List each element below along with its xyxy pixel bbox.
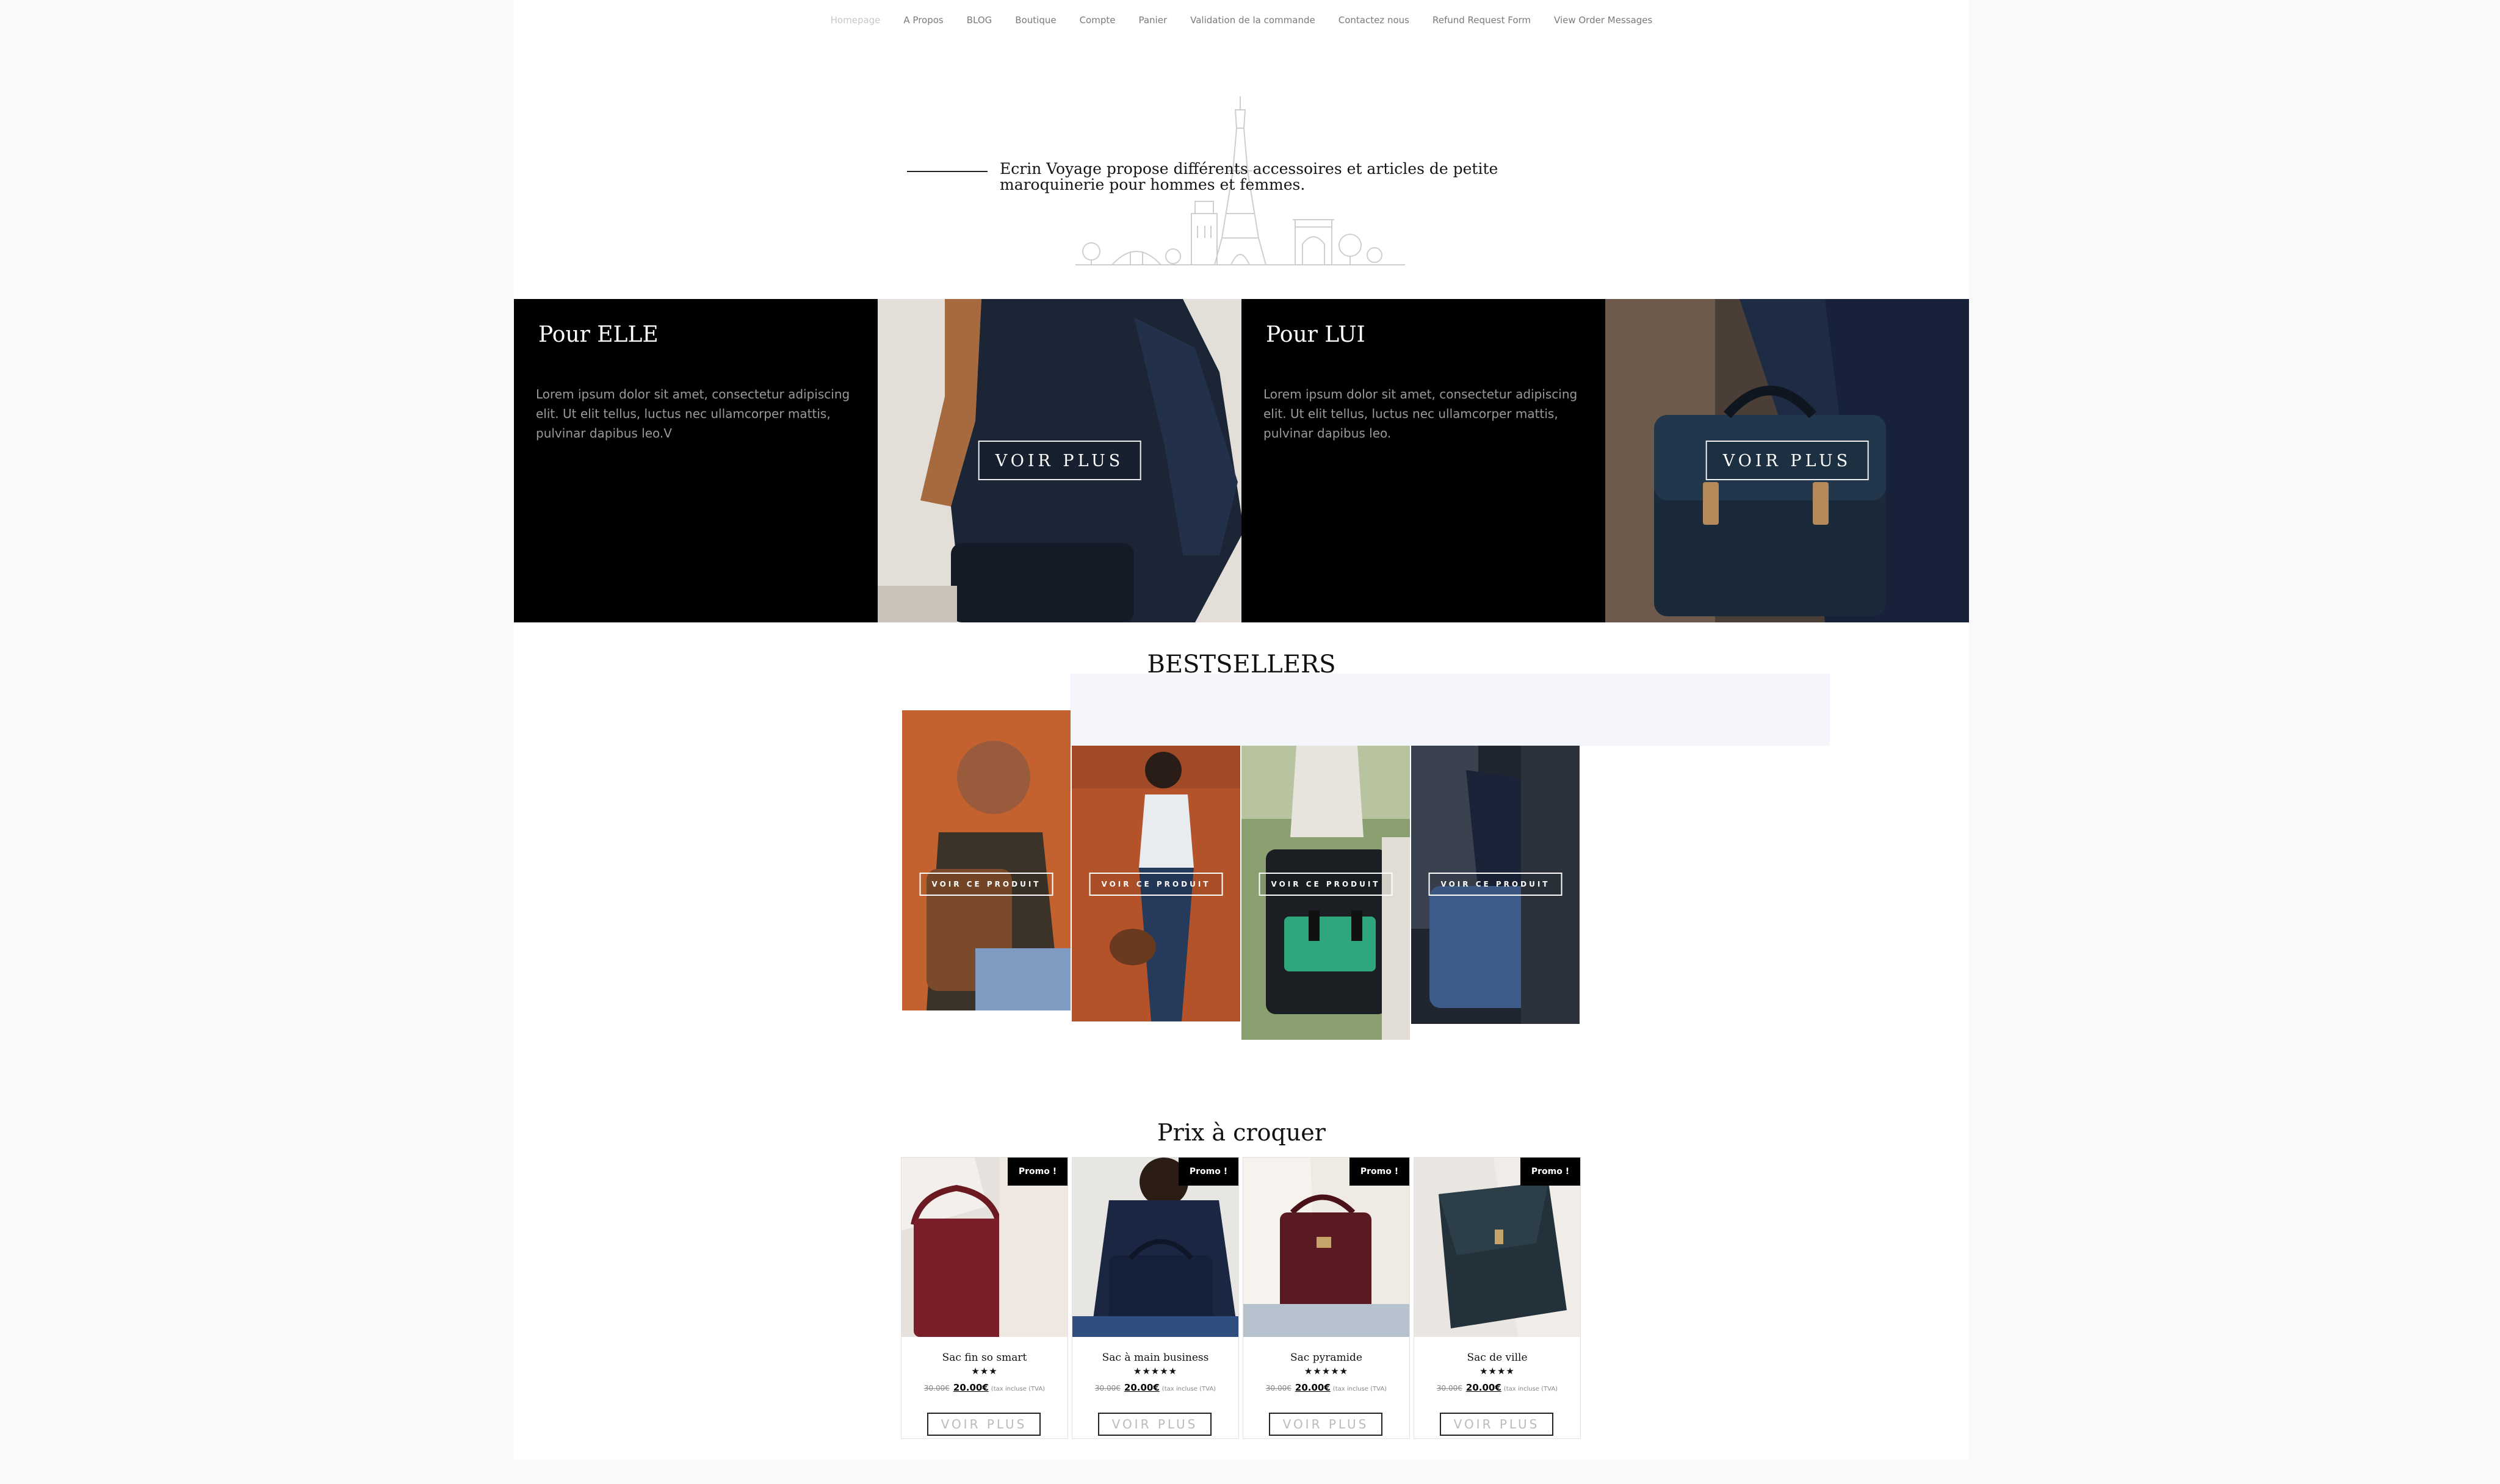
promo-badge: Promo ! xyxy=(1179,1158,1238,1186)
promo-badge: Promo ! xyxy=(1349,1158,1409,1186)
pour-lui-title: Pour LUI xyxy=(1266,322,1365,347)
nav-item-boutique[interactable]: Boutique xyxy=(1015,15,1056,26)
product-price: 30.00€ 20.00€ (tax incluse (TVA) xyxy=(1072,1382,1238,1393)
sale-price: 20.00€ xyxy=(953,1382,989,1393)
pour-lui-photo: VOIR PLUS xyxy=(1605,299,1969,622)
product-card[interactable]: Promo ! Sac à main business ★★★★★ 30.00€… xyxy=(1072,1157,1239,1439)
voir-plus-button[interactable]: VOIR PLUS xyxy=(927,1413,1041,1436)
pour-lui-text: Lorem ipsum dolor sit amet, consectetur … xyxy=(1263,387,1578,441)
nav-item-blog[interactable]: BLOG xyxy=(967,15,992,26)
pour-lui-panel: Pour LUI Lorem ipsum dolor sit amet, con… xyxy=(1241,299,1605,622)
old-price: 30.00€ xyxy=(923,1384,950,1392)
pour-elle-panel: Pour ELLE Lorem ipsum dolor sit amet, co… xyxy=(514,299,878,622)
tax-note: (tax incluse (TVA) xyxy=(1332,1386,1387,1392)
nav-item-compte[interactable]: Compte xyxy=(1080,15,1116,26)
product-name[interactable]: Sac à main business xyxy=(1072,1352,1238,1364)
intro-divider xyxy=(907,171,988,172)
bestseller-card[interactable]: VOIR CE PRODUIT xyxy=(1241,746,1410,1040)
bestsellers-background-bar xyxy=(1071,674,1830,746)
product-image: Promo ! xyxy=(901,1158,1068,1337)
star-rating: ★★★ xyxy=(971,1366,998,1377)
sale-price: 20.00€ xyxy=(1465,1382,1501,1393)
intro-text: Ecrin Voyage propose différents accessoi… xyxy=(1000,160,1498,193)
product-image: Promo ! xyxy=(1414,1158,1580,1337)
bestseller-image xyxy=(902,710,1071,1010)
product-image: Promo ! xyxy=(1243,1158,1409,1337)
pour-elle-title: Pour ELLE xyxy=(538,322,659,347)
promo-badge: Promo ! xyxy=(1008,1158,1068,1186)
star-rating: ★★★★★ xyxy=(1133,1366,1178,1377)
nav-item-validation[interactable]: Validation de la commande xyxy=(1190,15,1315,26)
nav-item-a-propos[interactable]: A Propos xyxy=(903,15,943,26)
voir-plus-button[interactable]: VOIR PLUS xyxy=(1269,1413,1382,1436)
product-name[interactable]: Sac de ville xyxy=(1414,1352,1580,1364)
product-card[interactable]: Promo ! Sac pyramide ★★★★★ 30.00€ 20.00€(… xyxy=(1243,1157,1410,1439)
product-price: 30.00€ 20.00€ (tax incluse (TVA) xyxy=(1414,1382,1580,1393)
bestseller-card[interactable]: VOIR CE PRODUIT xyxy=(1072,746,1240,1021)
bestseller-card[interactable]: VOIR CE PRODUIT xyxy=(902,710,1071,1010)
bestseller-card[interactable]: VOIR CE PRODUIT xyxy=(1411,746,1580,1024)
sale-price: 20.00€ xyxy=(1124,1382,1160,1393)
product-name[interactable]: Sac pyramide xyxy=(1243,1352,1409,1364)
star-rating: ★★★★★ xyxy=(1304,1366,1349,1377)
old-price: 30.00€ xyxy=(1265,1384,1292,1392)
voir-ce-produit-button[interactable]: VOIR CE PRODUIT xyxy=(1089,873,1223,896)
voir-plus-button[interactable]: VOIR PLUS xyxy=(1098,1413,1212,1436)
product-price: 30.00€ 20.00€ (tax incluse (TVA) xyxy=(1243,1382,1409,1393)
category-banner: Pour ELLE Lorem ipsum dolor sit amet, co… xyxy=(514,299,1969,622)
pour-lui-voir-plus-button[interactable]: VOIR PLUS xyxy=(1705,441,1869,480)
product-card[interactable]: Promo ! Sac fin so smart ★★★ 30.00€ 20.00… xyxy=(901,1157,1068,1439)
product-card[interactable]: Promo ! Sac de ville ★★★★ 30.00€ 20.00€ (t… xyxy=(1414,1157,1581,1439)
page: Homepage A Propos BLOG Boutique Compte P… xyxy=(514,0,1969,1460)
nav-item-contact[interactable]: Contactez nous xyxy=(1339,15,1409,26)
pour-elle-voir-plus-button[interactable]: VOIR PLUS xyxy=(978,441,1141,480)
voir-plus-button[interactable]: VOIR PLUS xyxy=(1440,1413,1553,1436)
main-nav: Homepage A Propos BLOG Boutique Compte P… xyxy=(514,15,1969,26)
sale-price: 20.00€ xyxy=(1295,1382,1331,1393)
tax-note: (tax incluse (TVA) xyxy=(1161,1386,1216,1392)
promo-badge: Promo ! xyxy=(1520,1158,1580,1186)
tax-note: (tax incluse (TVA) xyxy=(1503,1386,1558,1392)
old-price: 30.00€ xyxy=(1436,1384,1462,1392)
nav-item-refund[interactable]: Refund Request Form xyxy=(1432,15,1531,26)
star-rating: ★★★★ xyxy=(1479,1366,1515,1377)
promo-section-title: Prix à croquer xyxy=(1157,1119,1326,1146)
product-image: Promo ! xyxy=(1072,1158,1238,1337)
nav-item-panier[interactable]: Panier xyxy=(1138,15,1167,26)
voir-ce-produit-button[interactable]: VOIR CE PRODUIT xyxy=(919,873,1053,896)
nav-item-homepage[interactable]: Homepage xyxy=(831,15,881,26)
voir-ce-produit-button[interactable]: VOIR CE PRODUIT xyxy=(1259,873,1393,896)
voir-ce-produit-button[interactable]: VOIR CE PRODUIT xyxy=(1428,873,1562,896)
nav-item-order-messages[interactable]: View Order Messages xyxy=(1554,15,1652,26)
tax-note: (tax incluse (TVA) xyxy=(991,1386,1046,1392)
old-price: 30.00€ xyxy=(1094,1384,1121,1392)
pour-elle-text: Lorem ipsum dolor sit amet, consectetur … xyxy=(536,387,850,441)
product-name[interactable]: Sac fin so smart xyxy=(901,1352,1068,1364)
pour-elle-photo: VOIR PLUS xyxy=(878,299,1241,622)
product-price: 30.00€ 20.00€ (tax incluse (TVA) xyxy=(901,1382,1068,1393)
